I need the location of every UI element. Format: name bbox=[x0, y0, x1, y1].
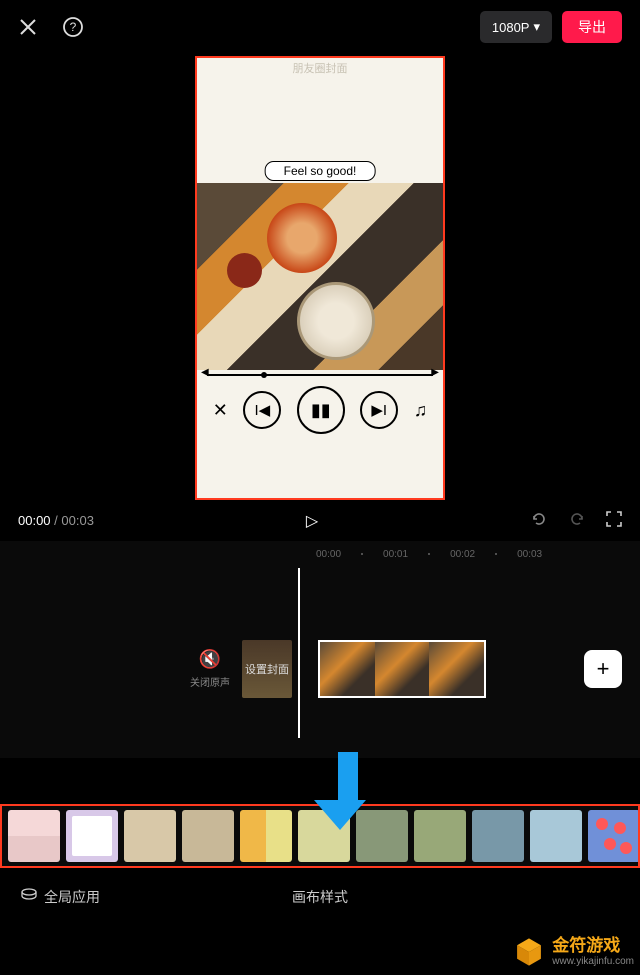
playlist-icon[interactable]: ♫ bbox=[414, 400, 428, 421]
cube-icon bbox=[512, 935, 546, 969]
time-display: 00:00 / 00:03 bbox=[18, 513, 94, 528]
export-button[interactable]: 导出 bbox=[562, 11, 622, 43]
global-apply-button[interactable]: 全局应用 bbox=[20, 886, 100, 907]
canvas-style-swatch[interactable] bbox=[414, 810, 466, 862]
canvas-style-swatch[interactable] bbox=[588, 810, 640, 862]
help-icon[interactable]: ? bbox=[62, 16, 84, 38]
set-cover-button[interactable]: 设置封面 bbox=[242, 640, 292, 698]
resolution-button[interactable]: 1080P ▾ bbox=[480, 11, 552, 43]
playhead[interactable] bbox=[298, 568, 300, 738]
panel-title: 画布样式 bbox=[292, 887, 348, 907]
progress-bar[interactable] bbox=[207, 374, 433, 376]
preview-faint-text: 朋友圈封面 bbox=[197, 58, 443, 76]
svg-text:?: ? bbox=[70, 20, 77, 34]
fullscreen-icon[interactable] bbox=[606, 511, 622, 530]
play-button[interactable]: ▷ bbox=[306, 511, 318, 531]
layers-icon bbox=[20, 886, 38, 907]
ruler-tick: 00:03 bbox=[517, 549, 542, 560]
annotation-arrow bbox=[330, 752, 366, 830]
timeline-track[interactable]: 🔇 关闭原声 设置封面 + bbox=[0, 568, 640, 758]
canvas-style-swatch[interactable] bbox=[182, 810, 234, 862]
undo-icon[interactable] bbox=[530, 510, 548, 531]
canvas-style-swatch[interactable] bbox=[240, 810, 292, 862]
preview-caption: Feel so good! bbox=[265, 161, 376, 181]
close-icon[interactable] bbox=[18, 17, 38, 37]
prev-track-button[interactable]: I◀ bbox=[243, 391, 281, 429]
preview-image bbox=[197, 183, 443, 371]
video-clip[interactable] bbox=[318, 640, 486, 698]
timeline-ruler[interactable]: 00:00 00:01 00:02 00:03 bbox=[0, 541, 640, 568]
redo-icon[interactable] bbox=[568, 510, 586, 531]
canvas-style-swatch[interactable] bbox=[124, 810, 176, 862]
canvas-style-swatch[interactable] bbox=[8, 810, 60, 862]
watermark: 金符游戏 www.yikajinfu.com bbox=[512, 935, 634, 969]
speaker-icon: 🔇 bbox=[190, 649, 230, 670]
ruler-tick: 00:00 bbox=[316, 549, 341, 560]
pause-button[interactable]: ▮▮ bbox=[297, 386, 345, 434]
canvas-style-swatch[interactable] bbox=[472, 810, 524, 862]
ruler-tick: 00:02 bbox=[450, 549, 475, 560]
shuffle-icon[interactable]: ✕ bbox=[213, 400, 228, 421]
canvas-style-swatch[interactable] bbox=[530, 810, 582, 862]
music-player: ✕ I◀ ▮▮ ▶I ♫ bbox=[197, 370, 443, 498]
chevron-down-icon: ▾ bbox=[533, 19, 540, 35]
mute-audio-button[interactable]: 🔇 关闭原声 bbox=[190, 649, 230, 689]
next-track-button[interactable]: ▶I bbox=[360, 391, 398, 429]
ruler-tick: 00:01 bbox=[383, 549, 408, 560]
preview-frame[interactable]: 朋友圈封面 Feel so good! ✕ I◀ ▮▮ ▶I ♫ bbox=[195, 56, 445, 500]
resolution-label: 1080P bbox=[492, 20, 530, 35]
add-clip-button[interactable]: + bbox=[584, 650, 622, 688]
canvas-style-swatch[interactable] bbox=[66, 810, 118, 862]
